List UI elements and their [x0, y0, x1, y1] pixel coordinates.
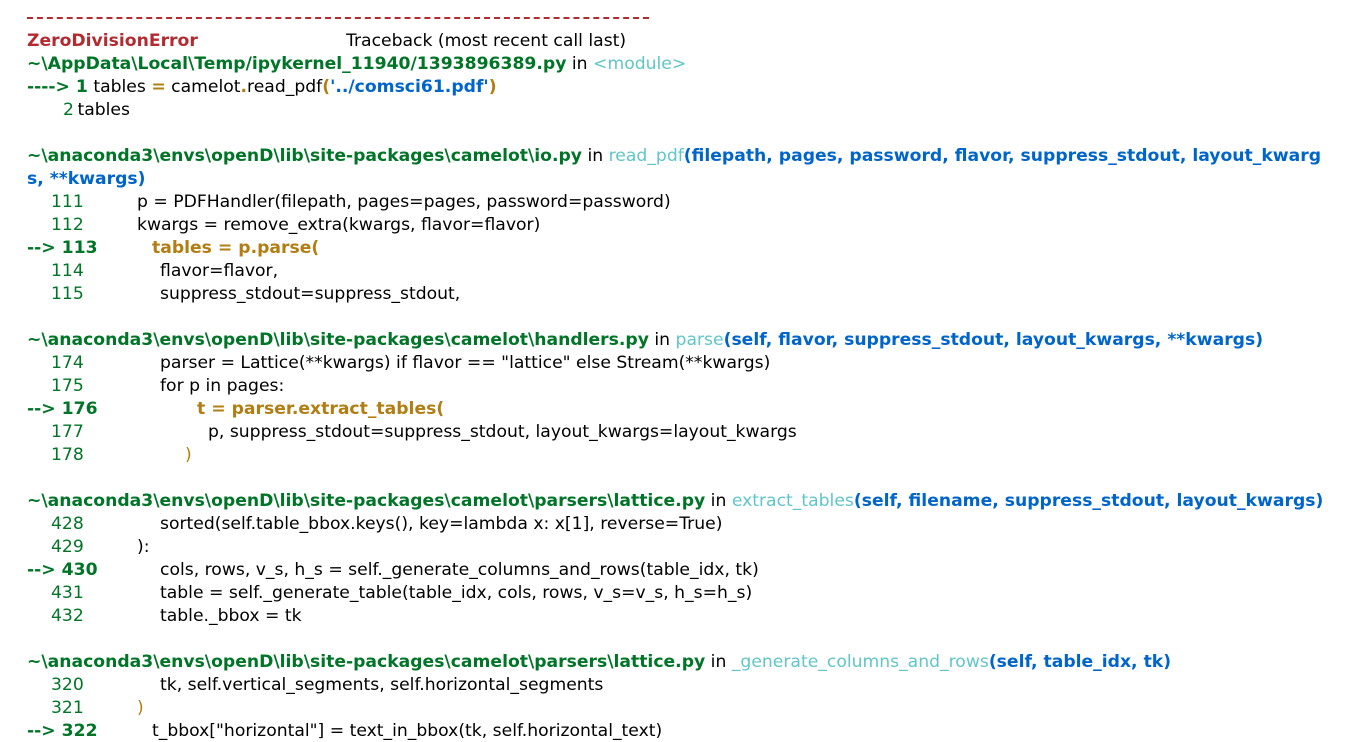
frame-5-func: _generate_columns_and_rows: [731, 652, 989, 672]
frame-4-path: ~\anaconda3\envs\openD\lib\site-packages…: [27, 491, 706, 511]
frame-4-func: extract_tables: [731, 491, 854, 511]
error-type: ZeroDivisionError: [27, 31, 198, 51]
frame-2-path: ~\anaconda3\envs\openD\lib\site-packages…: [27, 146, 582, 166]
frame-1-func: <module>: [593, 54, 687, 74]
frame-4-line-430: --> 430 cols, rows, v_s, h_s = self._gene…: [27, 560, 759, 580]
frame-2-func: read_pdf: [608, 146, 684, 166]
frame-2-header-cont: s, **kwargs): [27, 169, 146, 189]
frame-5-path: ~\anaconda3\envs\openD\lib\site-packages…: [27, 652, 706, 672]
traceback-header-text: Traceback (most recent call last): [346, 31, 627, 51]
frame-1-header: ~\AppData\Local\Temp/ipykernel_11940/139…: [27, 54, 687, 74]
frame-1-line-1: ----> 1 tables = camelot.read_pdf('../co…: [27, 77, 497, 97]
frame-2-line-113: --> 113 tables = p.parse(: [27, 238, 320, 258]
frame-3-line-176: --> 176 t = parser.extract_tables(: [27, 399, 445, 419]
separator-line: [27, 17, 649, 19]
frame-4-header: ~\anaconda3\envs\openD\lib\site-packages…: [27, 491, 1324, 511]
error-header: ZeroDivisionError Traceback (most recent …: [27, 30, 626, 53]
frame-3-header: ~\anaconda3\envs\openD\lib\site-packages…: [27, 330, 1264, 350]
frame-3-path: ~\anaconda3\envs\openD\lib\site-packages…: [27, 330, 649, 350]
frame-5-header: ~\anaconda3\envs\openD\lib\site-packages…: [27, 652, 1172, 672]
frame-1-path: ~\AppData\Local\Temp/ipykernel_11940/139…: [27, 54, 567, 74]
frame-5-line-322: --> 322 t_bbox["horizontal"] = text_in_bb…: [27, 721, 663, 741]
traceback-output: ZeroDivisionError Traceback (most recent …: [0, 0, 1370, 742]
frame-2-header: ~\anaconda3\envs\openD\lib\site-packages…: [27, 146, 1322, 166]
frame-3-func: parse: [675, 330, 724, 350]
